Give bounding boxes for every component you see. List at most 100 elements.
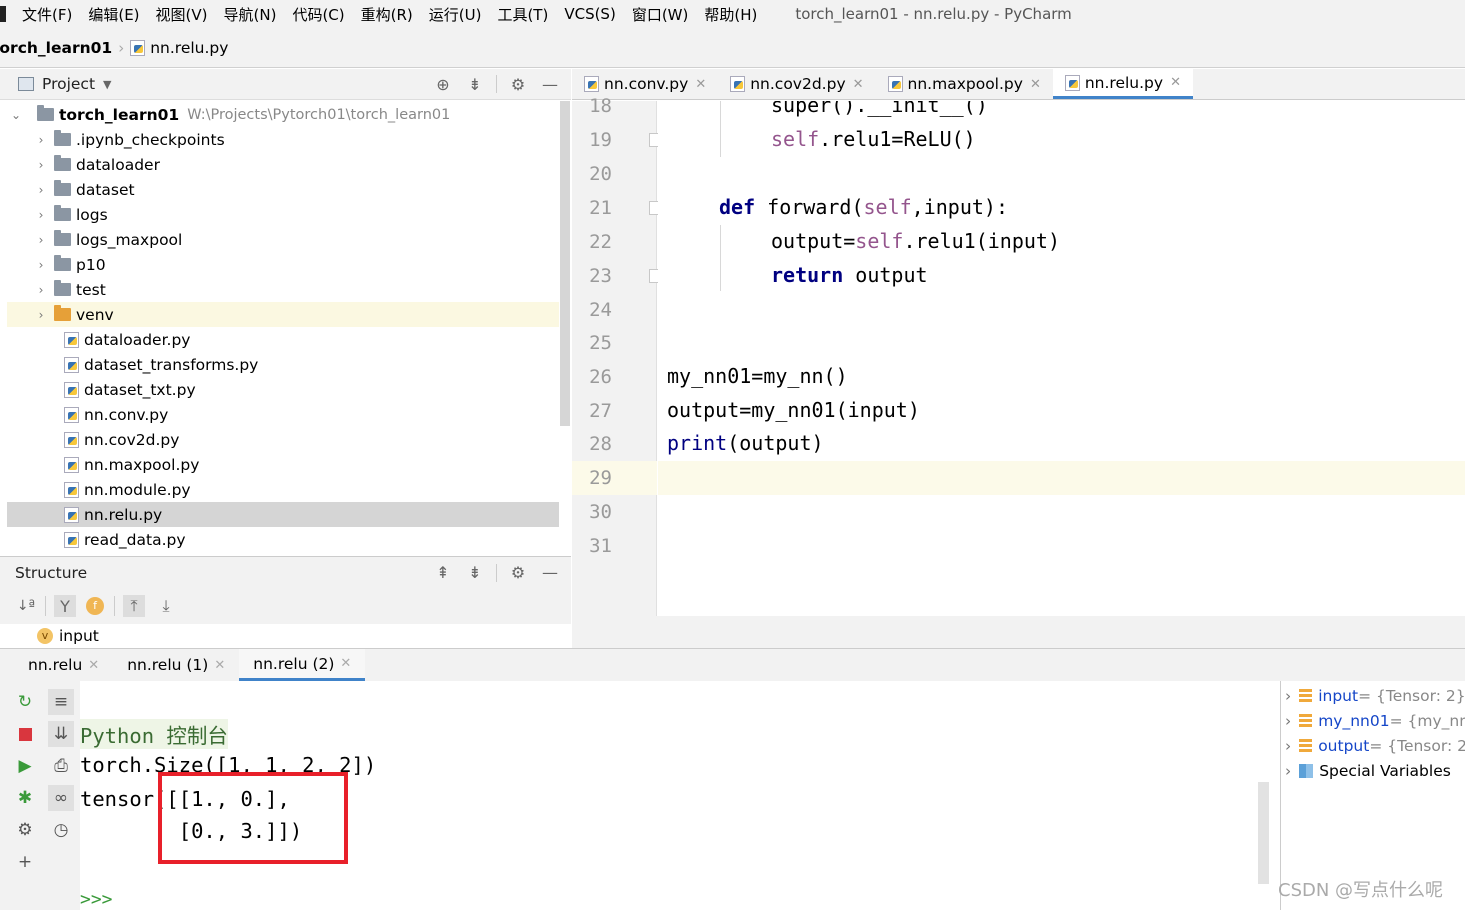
chevron-right-icon[interactable]: › [1285,687,1291,705]
rerun-icon[interactable]: ↻ [12,689,38,715]
python-file-icon [1064,74,1080,91]
tree-file[interactable]: nn.maxpool.py [7,452,559,477]
menu-run[interactable]: 运行(U) [429,4,482,25]
chevron-down-icon[interactable]: ▼ [103,78,111,91]
sort-alpha-icon[interactable]: ↓ª [15,595,37,617]
chevron-right-icon[interactable]: › [34,258,48,272]
tree-file[interactable]: dataset_txt.py [7,377,559,402]
show-variables-icon[interactable]: ∞ [48,785,74,811]
line-number: 24 [589,299,612,321]
chevron-right-icon[interactable]: › [1285,737,1291,755]
chevron-right-icon[interactable]: › [1285,762,1291,780]
locate-icon[interactable]: ⊕ [432,73,454,95]
tab-nn-maxpool[interactable]: nn.maxpool.py ✕ [876,69,1053,99]
collapse-all-icon[interactable]: ⇟ [464,73,486,95]
tree-file-selected[interactable]: nn.relu.py [7,502,559,527]
menu-window[interactable]: 窗口(W) [632,4,689,25]
menu-code[interactable]: 代码(C) [292,4,344,25]
tree-file[interactable]: nn.conv.py [7,402,559,427]
tree-file[interactable]: nn.cov2d.py [7,427,559,452]
close-icon[interactable]: ✕ [1170,75,1181,90]
print-icon[interactable]: ⎙ [48,753,74,779]
close-icon[interactable]: ✕ [853,77,864,92]
python-file-icon [64,331,79,348]
close-icon[interactable]: ✕ [695,77,706,92]
variable-row[interactable]: › my_nn01 = {my_nn [1281,708,1465,733]
gear-icon[interactable]: ⚙ [507,562,529,584]
tree-folder[interactable]: › .ipynb_checkpoints [7,127,559,152]
close-icon[interactable]: ✕ [1030,77,1041,92]
close-icon[interactable]: ✕ [88,658,99,673]
menu-file[interactable]: 文件(F) [22,4,72,25]
tree-folder[interactable]: › logs_maxpool [7,227,559,252]
menu-tools[interactable]: 工具(T) [497,4,548,25]
close-icon[interactable]: ✕ [340,656,351,671]
inherited-filter-icon[interactable]: Y [54,595,76,617]
debug-icon[interactable]: ✱ [12,785,38,811]
structure-item-label[interactable]: input [59,627,99,645]
menu-navigate[interactable]: 导航(N) [224,4,277,25]
run-tab-nn-relu-1[interactable]: nn.relu (1) ✕ [113,649,239,681]
history-icon[interactable]: ◷ [48,817,74,843]
tree-file-label: dataset_transforms.py [84,355,259,374]
variable-row[interactable]: › output = {Tensor: 2 [1281,733,1465,758]
minimize-icon[interactable]: — [539,73,561,95]
tree-file[interactable]: read_data.py [7,527,559,552]
gear-icon[interactable]: ⚙ [507,73,529,95]
chevron-right-icon[interactable]: › [34,233,48,247]
code-editor[interactable]: super().__init__() self.relu1=ReLU() def… [658,101,1465,616]
tab-nn-relu[interactable]: nn.relu.py ✕ [1052,69,1193,99]
collapse-all-icon[interactable]: ⇟ [464,562,486,584]
settings-icon[interactable]: ⚙ [12,817,38,843]
tree-folder[interactable]: › venv [7,302,559,327]
tab-nn-cov2d[interactable]: nn.cov2d.py ✕ [718,69,875,99]
expand-all-icon[interactable]: ⇞ [432,562,454,584]
chevron-right-icon[interactable]: › [34,283,48,297]
menu-help[interactable]: 帮助(H) [704,4,757,25]
scroll-to-end-icon[interactable]: ⇊ [48,721,74,747]
tree-root[interactable]: ⌄ torch_learn01 W:\Projects\Pytorch01\to… [7,102,559,127]
tree-file[interactable]: nn.module.py [7,477,559,502]
menu-vcs[interactable]: VCS(S) [564,5,615,23]
console-prompt[interactable]: >>> [80,889,113,910]
tree-file[interactable]: dataset_transforms.py [7,352,559,377]
tree-folder[interactable]: › p10 [7,252,559,277]
autoscroll-from-source-icon[interactable]: ⤒ [123,595,145,617]
chevron-right-icon[interactable]: › [34,308,48,322]
tree-folder[interactable]: › dataloader [7,152,559,177]
autoscroll-to-source-icon[interactable]: ⤓ [155,595,177,617]
tree-folder-label: logs [76,205,108,224]
chevron-right-icon[interactable]: › [1285,712,1291,730]
structure-panel-title[interactable]: Structure [15,564,87,582]
special-variables-row[interactable]: › Special Variables [1281,758,1451,783]
chevron-right-icon[interactable]: › [34,158,48,172]
tree-scrollbar[interactable] [560,101,570,426]
project-panel-title[interactable]: Project [42,75,95,93]
menu-refactor[interactable]: 重构(R) [361,4,413,25]
minimize-icon[interactable]: — [539,562,561,584]
stop-icon[interactable] [12,721,38,747]
add-icon[interactable]: + [12,849,38,875]
chevron-right-icon[interactable]: › [34,133,48,147]
console-scrollbar[interactable] [1258,782,1269,884]
run-icon[interactable]: ▶ [12,753,38,779]
tree-folder[interactable]: › logs [7,202,559,227]
breadcrumb-file[interactable]: nn.relu.py [150,39,228,57]
variable-row[interactable]: › input = {Tensor: 2} [1281,683,1465,708]
chevron-right-icon[interactable]: › [34,183,48,197]
folder-icon [54,205,71,221]
breadcrumb-project[interactable]: torch_learn01 [0,39,112,57]
tree-folder[interactable]: › test [7,277,559,302]
menu-edit[interactable]: 编辑(E) [88,4,139,25]
chevron-down-icon[interactable]: ⌄ [9,108,23,122]
tree-file-label: nn.cov2d.py [84,430,180,449]
run-tab-nn-relu[interactable]: nn.relu ✕ [14,649,113,681]
close-icon[interactable]: ✕ [214,658,225,673]
chevron-right-icon[interactable]: › [34,208,48,222]
soft-wrap-icon[interactable]: ≡ [48,689,74,715]
menu-view[interactable]: 视图(V) [156,4,208,25]
tree-file[interactable]: dataloader.py [7,327,559,352]
run-tab-nn-relu-2[interactable]: nn.relu (2) ✕ [239,649,366,681]
fields-filter-icon[interactable]: f [84,595,106,617]
tree-folder[interactable]: › dataset [7,177,559,202]
